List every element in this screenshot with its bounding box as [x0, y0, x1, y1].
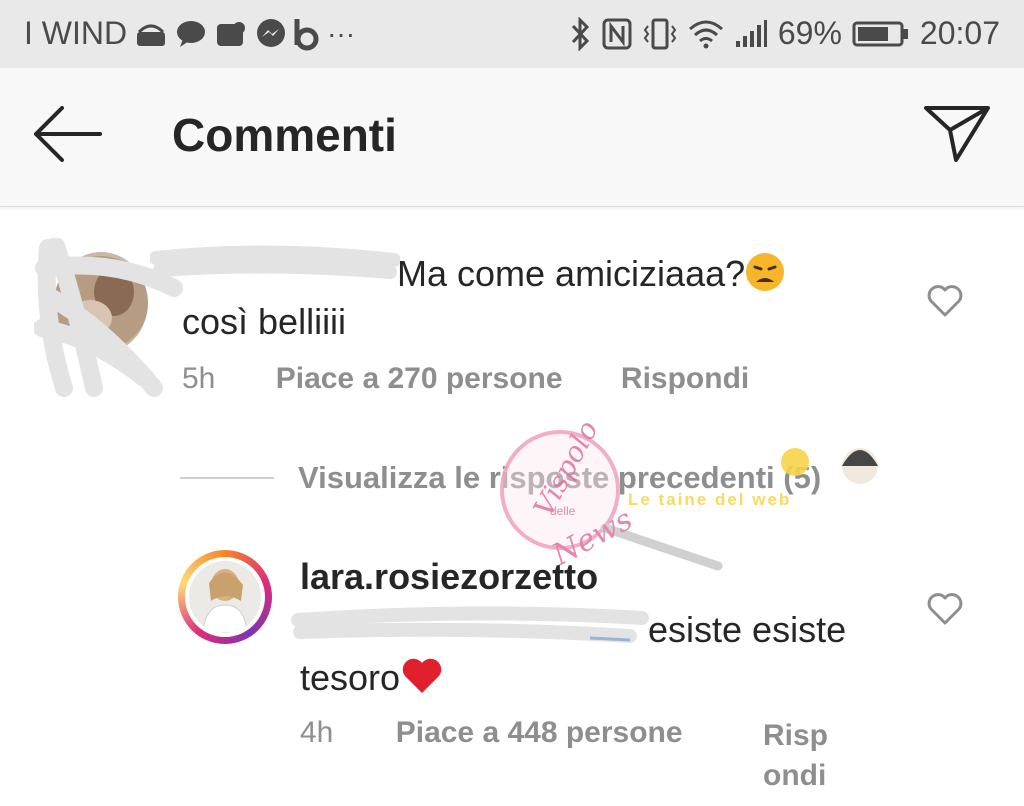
- comment-time: 4h: [300, 716, 334, 749]
- sticker-app-icon: [213, 18, 249, 50]
- clock: 20:07: [919, 15, 1000, 51]
- nfc-icon: [602, 18, 632, 50]
- messenger-icon: [255, 18, 287, 50]
- bluetooth-icon: [570, 16, 592, 51]
- battery-icon: [852, 20, 910, 48]
- comment-username[interactable]: lara.rosiezorzetto: [300, 556, 598, 598]
- reply-button[interactable]: Rispondi: [763, 716, 843, 796]
- watermark-line4: Le taine del web: [628, 490, 792, 509]
- avatar[interactable]: [185, 557, 265, 637]
- comment-text-line2: così belliiii: [182, 301, 347, 342]
- likes-link[interactable]: Piace a 448 persone: [396, 716, 683, 749]
- likes-link[interactable]: Piace a 270 persone: [276, 362, 563, 395]
- comment-text-part: esiste esiste: [648, 609, 847, 650]
- vibrate-icon: [642, 18, 678, 50]
- send-icon[interactable]: [922, 102, 992, 166]
- red-heart-icon: [400, 656, 444, 696]
- avatar-photo: [189, 561, 261, 633]
- cake-icon: [133, 18, 169, 50]
- chat-bubble-icon: [175, 19, 207, 49]
- battery-percent: 69%: [777, 15, 842, 51]
- like-heart-icon[interactable]: [926, 284, 964, 318]
- app-header: Commenti: [0, 68, 1024, 207]
- watermark-line2: delle: [550, 504, 576, 518]
- redacted-username: [149, 240, 401, 284]
- reply-button[interactable]: Rispondi: [621, 362, 749, 395]
- booking-icon: [293, 17, 321, 51]
- comment-meta: 5h Piace a 270 persone Rispondi: [182, 362, 749, 396]
- divider: [180, 477, 274, 479]
- redacted-mention: [290, 600, 650, 650]
- weary-face-icon: [745, 252, 785, 292]
- comment-text-line2: tesoro: [300, 657, 401, 698]
- status-bar: I WIND ··· 69% 20:07: [0, 0, 1024, 68]
- like-heart-icon[interactable]: [926, 592, 964, 626]
- signal-icon: [734, 19, 768, 49]
- wifi-icon: [688, 19, 724, 49]
- back-arrow-icon[interactable]: [30, 102, 106, 166]
- more-notifications: ···: [327, 17, 356, 49]
- comment-text-part: Ma come amiciziaaa?: [397, 253, 746, 294]
- page-title: Commenti: [172, 109, 397, 161]
- comment-time: 5h: [182, 362, 216, 395]
- comment-meta: 4h Piace a 448 persone: [300, 716, 683, 750]
- carrier-label: I WIND: [24, 15, 128, 51]
